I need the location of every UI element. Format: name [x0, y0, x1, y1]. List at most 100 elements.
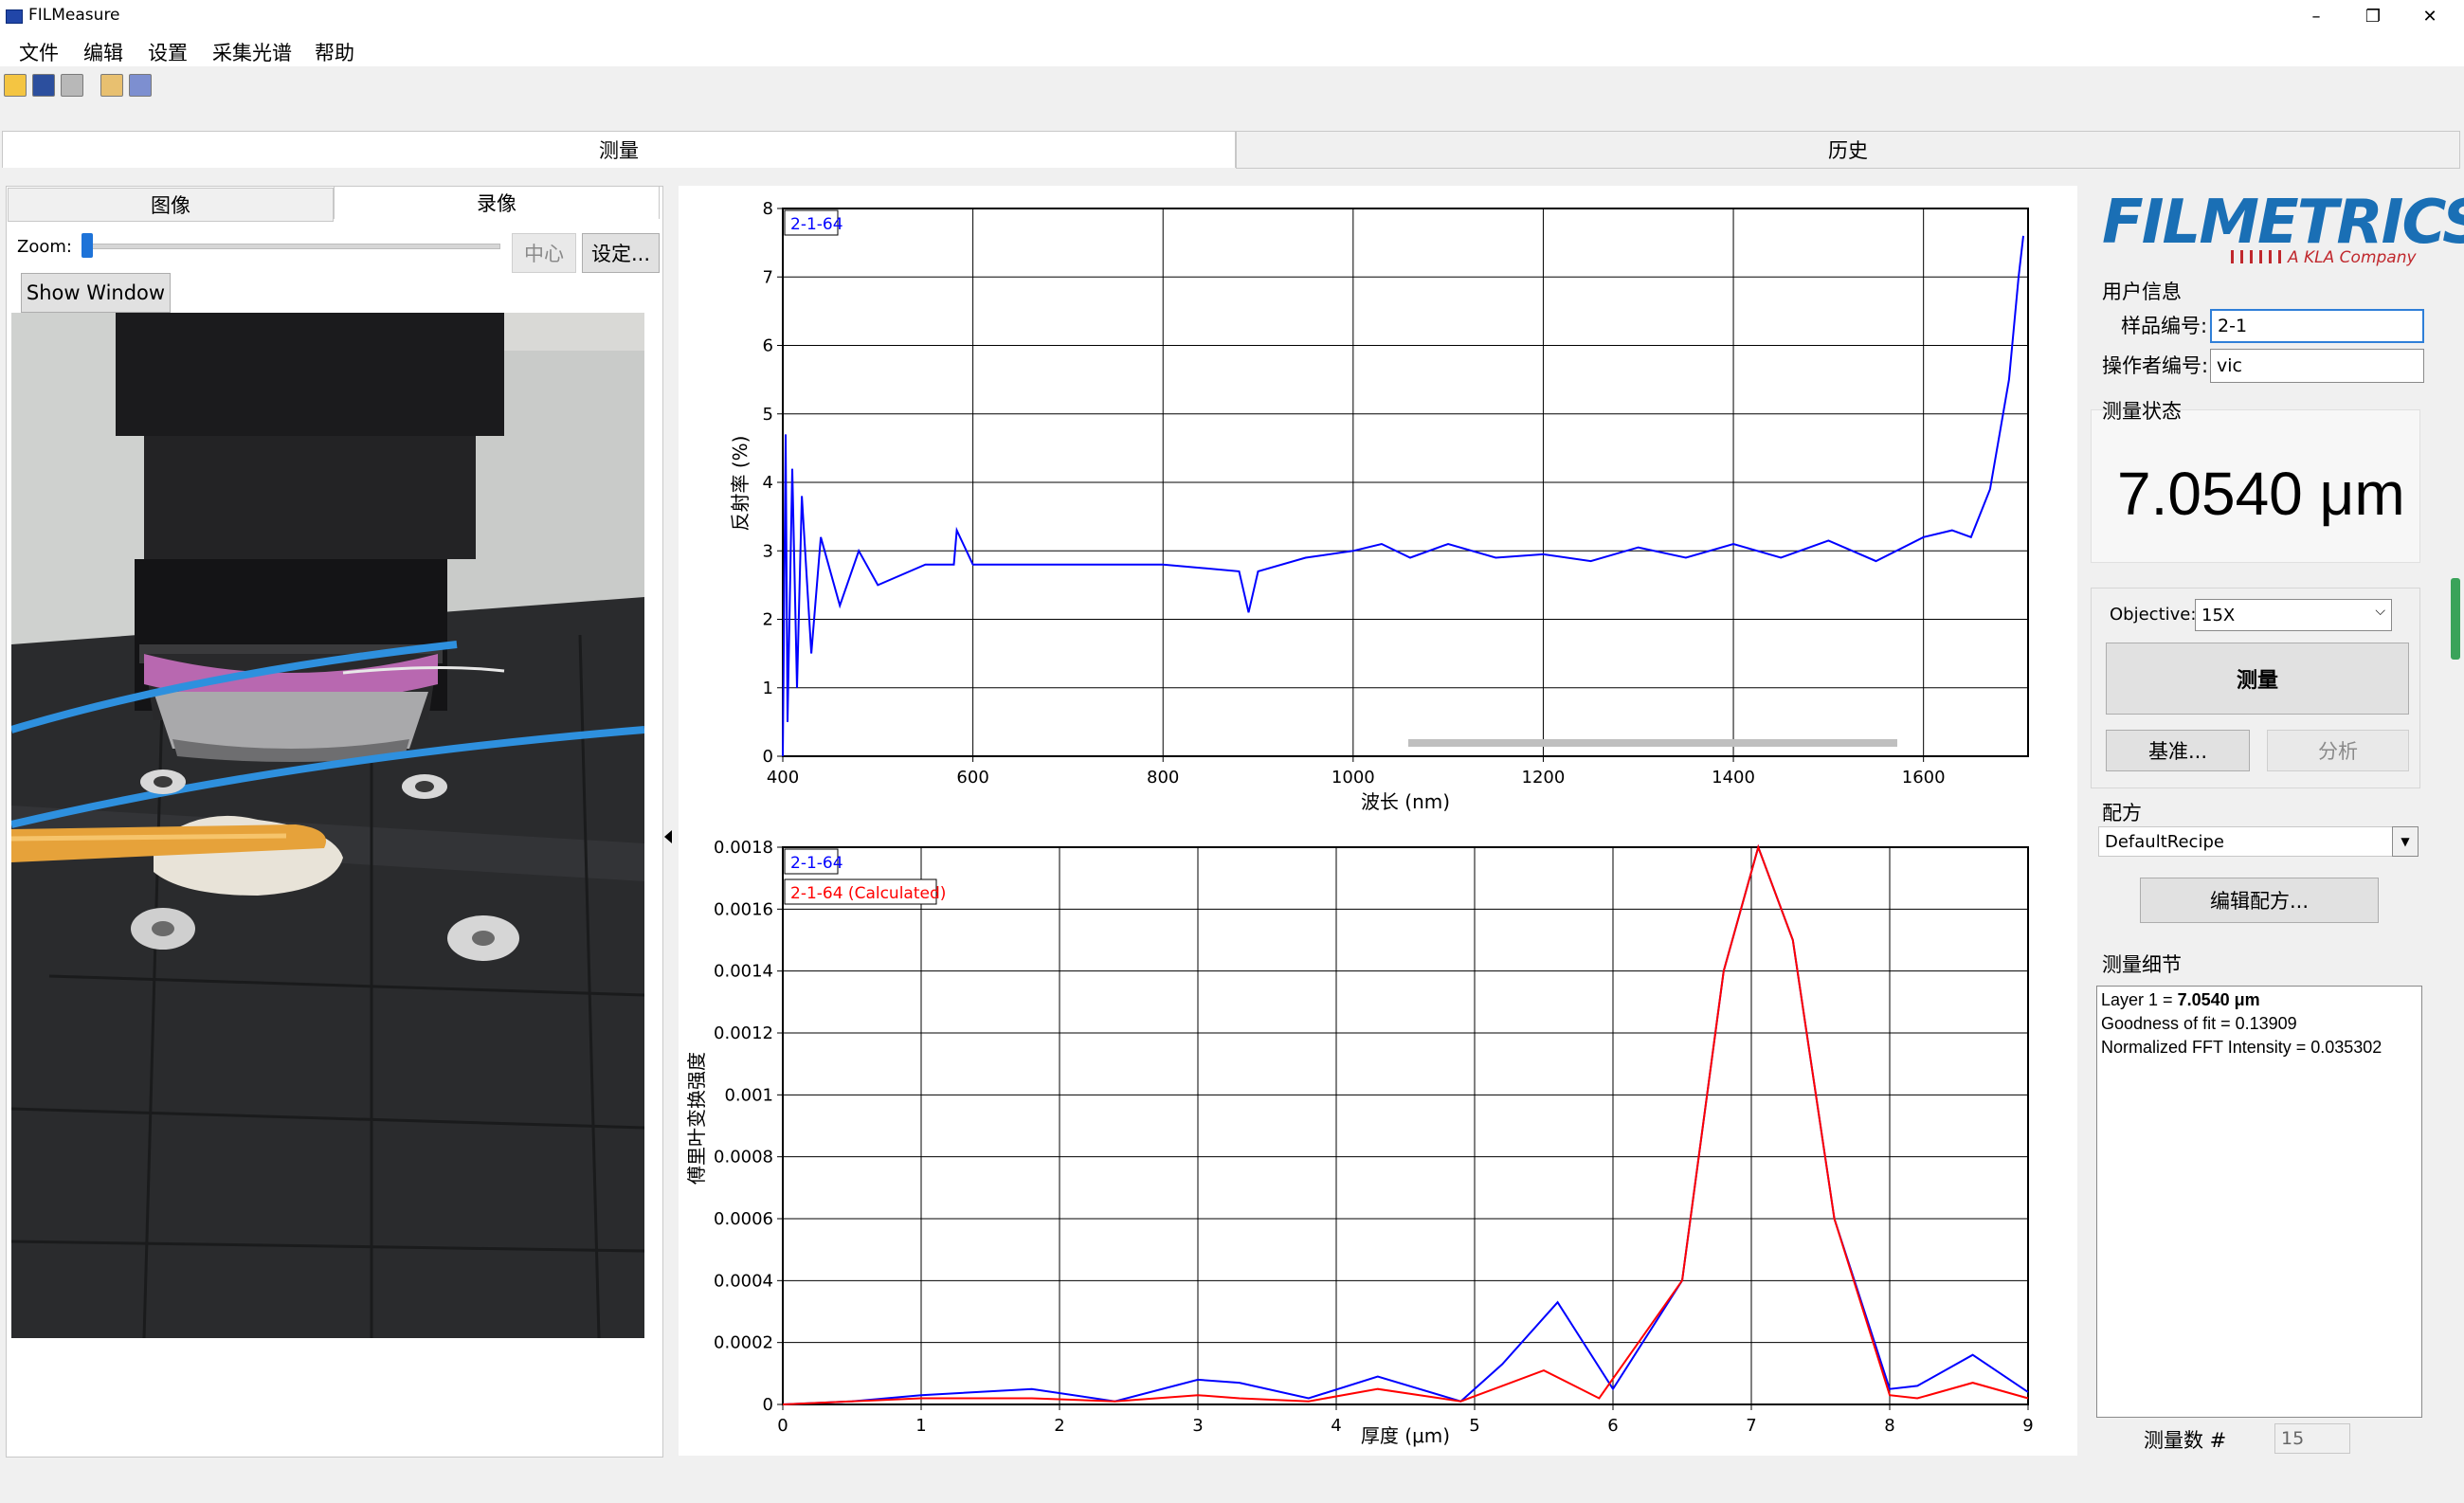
toolbar: [0, 66, 2464, 104]
collapse-arrow-icon[interactable]: [664, 830, 672, 843]
tab-image[interactable]: 图像: [8, 188, 334, 222]
print-icon[interactable]: [61, 74, 83, 97]
fft-y-tick-label: 0.0018: [714, 838, 773, 858]
fft-y-tick-label: 0.0012: [714, 1023, 773, 1043]
recipe-dropdown-icon[interactable]: ▼: [2392, 826, 2419, 857]
sample-id-input[interactable]: 2-1: [2210, 309, 2424, 343]
legend-calculated: 2-1-64 (Calculated): [790, 884, 946, 903]
measurement-count-label: 测量数 #: [2144, 1429, 2227, 1452]
fft-x-tick-label: 0: [777, 1416, 788, 1436]
edit-recipe-button[interactable]: 编辑配方...: [2140, 878, 2379, 923]
layer-value: 7.0540 μm: [2177, 990, 2260, 1009]
layer-result-line: Layer 1 = 7.0540 μm: [2101, 988, 2418, 1012]
legend-measured: 2-1-64: [790, 854, 843, 873]
reflectance-y-tick-label: 5: [763, 405, 773, 425]
app-icon: [6, 9, 23, 24]
fft-x-tick-label: 4: [1331, 1416, 1341, 1436]
reflectance-x-tick-label: 1000: [1332, 768, 1375, 788]
reflectance-legend: 2-1-64: [784, 209, 843, 236]
objective-select[interactable]: 15X ⌵: [2195, 599, 2392, 631]
details-title: 测量细节: [2102, 953, 2182, 976]
baseline-button[interactable]: 基准...: [2106, 730, 2250, 771]
fft-x-tick-label: 5: [1469, 1416, 1479, 1436]
analyze-button[interactable]: 分析: [2267, 730, 2409, 771]
fft-x-tick-label: 2: [1054, 1416, 1064, 1436]
fft-y-tick-label: 0.0014: [714, 962, 773, 982]
objective-value: 15X: [2201, 605, 2236, 625]
fft-x-tick-label: 1: [915, 1416, 926, 1436]
fft-y-axis-label: 傅里叶变换强度: [685, 1052, 708, 1185]
menu-bar: [0, 32, 2464, 66]
fft-x-tick-label: 3: [1192, 1416, 1203, 1436]
show-window-button[interactable]: Show Window: [21, 273, 171, 313]
reflectance-x-tick-label: 1400: [1712, 768, 1755, 788]
thickness-result: 7.0540 μm: [2117, 460, 2405, 528]
reflectance-y-axis-label: 反射率 (%): [729, 436, 752, 532]
scrollbar-thumb[interactable]: [2451, 578, 2460, 660]
reflectance-x-tick-label: 400: [767, 768, 799, 788]
fft-y-tick-label: 0.001: [724, 1085, 773, 1105]
window-title: FILMeasure: [28, 6, 120, 25]
fft-y-tick-label: 0.0016: [714, 899, 773, 919]
filmetrics-logo: FILMETRICS: [2102, 188, 2464, 258]
recipe-select[interactable]: DefaultRecipe: [2098, 826, 2403, 857]
menu-file[interactable]: 文件: [19, 38, 59, 66]
reflectance-x-tick-label: 1200: [1522, 768, 1566, 788]
menu-help[interactable]: 帮助: [315, 38, 354, 66]
goodness-of-fit-line: Goodness of fit = 0.13909: [2101, 1014, 2297, 1033]
fft-intensity-line: Normalized FFT Intensity = 0.035302: [2101, 1038, 2382, 1057]
title-bar: [0, 0, 2464, 32]
save-icon[interactable]: [32, 74, 55, 97]
logo-subtitle: A KLA Company: [2288, 248, 2417, 267]
chart-export-icon[interactable]: [100, 74, 123, 97]
menu-settings[interactable]: 设置: [148, 38, 188, 66]
copy-icon[interactable]: [129, 74, 152, 97]
status-title: 测量状态: [2102, 400, 2182, 423]
fft-plot-frame: [782, 846, 2029, 1405]
legend-measured: 2-1-64: [790, 215, 843, 234]
close-button[interactable]: ✕: [2401, 0, 2458, 32]
fft-y-tick-label: 0.0002: [714, 1333, 773, 1353]
tab-history[interactable]: 历史: [1236, 131, 2460, 169]
sample-id-label: 样品编号:: [2121, 315, 2208, 337]
fft-x-tick-label: 9: [2022, 1416, 2033, 1436]
reflectance-y-tick-label: 0: [763, 747, 773, 767]
zoom-slider-thumb[interactable]: [82, 233, 93, 258]
fft-x-tick-label: 6: [1607, 1416, 1618, 1436]
reflectance-x-axis-label: 波长 (nm): [1361, 790, 1450, 813]
maximize-button[interactable]: ❐: [2345, 0, 2401, 32]
reflectance-y-tick-label: 1: [763, 679, 773, 698]
fft-y-tick-label: 0.0006: [714, 1209, 773, 1229]
tab-video[interactable]: 录像: [334, 186, 660, 219]
menu-edit[interactable]: 编辑: [83, 38, 123, 66]
reflectance-y-tick-label: 7: [763, 267, 773, 287]
fft-x-tick-label: 8: [1884, 1416, 1894, 1436]
reflectance-x-tick-label: 600: [956, 768, 988, 788]
center-button[interactable]: 中心: [512, 233, 576, 273]
zoom-slider-track[interactable]: [85, 244, 500, 249]
fft-x-tick-label: 7: [1746, 1416, 1756, 1436]
measurement-count-field: 15: [2274, 1423, 2350, 1454]
spectrum-range-bar: [1408, 739, 1897, 747]
recipe-title: 配方: [2102, 802, 2142, 824]
reflectance-x-tick-label: 800: [1147, 768, 1179, 788]
menu-acquire-spectrum[interactable]: 采集光谱: [212, 38, 292, 66]
camera-settings-button[interactable]: 设定...: [582, 233, 660, 273]
fft-y-tick-label: 0.0004: [714, 1271, 773, 1291]
tab-measure[interactable]: 测量: [2, 131, 1236, 168]
right-scrollbar[interactable]: [2432, 275, 2453, 1450]
reflectance-x-tick-label: 1600: [1902, 768, 1946, 788]
reflectance-y-tick-label: 3: [763, 541, 773, 561]
chevron-down-icon: ⌵: [2375, 604, 2385, 619]
reflectance-y-tick-label: 2: [763, 610, 773, 630]
layer-label: Layer 1 =: [2101, 990, 2178, 1009]
fft-chart: 0 1 2 3 4 5 6 7 8 9 0 0.0002 0.0004 0.0006 0.0008 0.001…: [685, 838, 2034, 1447]
operator-id-input[interactable]: vic: [2210, 349, 2424, 383]
camera-live-view: [11, 313, 644, 1338]
reflectance-y-tick-label: 4: [763, 473, 773, 493]
minimize-button[interactable]: –: [2288, 0, 2345, 32]
open-icon[interactable]: [4, 74, 27, 97]
measure-button[interactable]: 测量: [2106, 643, 2409, 715]
fft-y-tick-label: 0: [763, 1395, 773, 1415]
user-info-title: 用户信息: [2102, 281, 2182, 303]
